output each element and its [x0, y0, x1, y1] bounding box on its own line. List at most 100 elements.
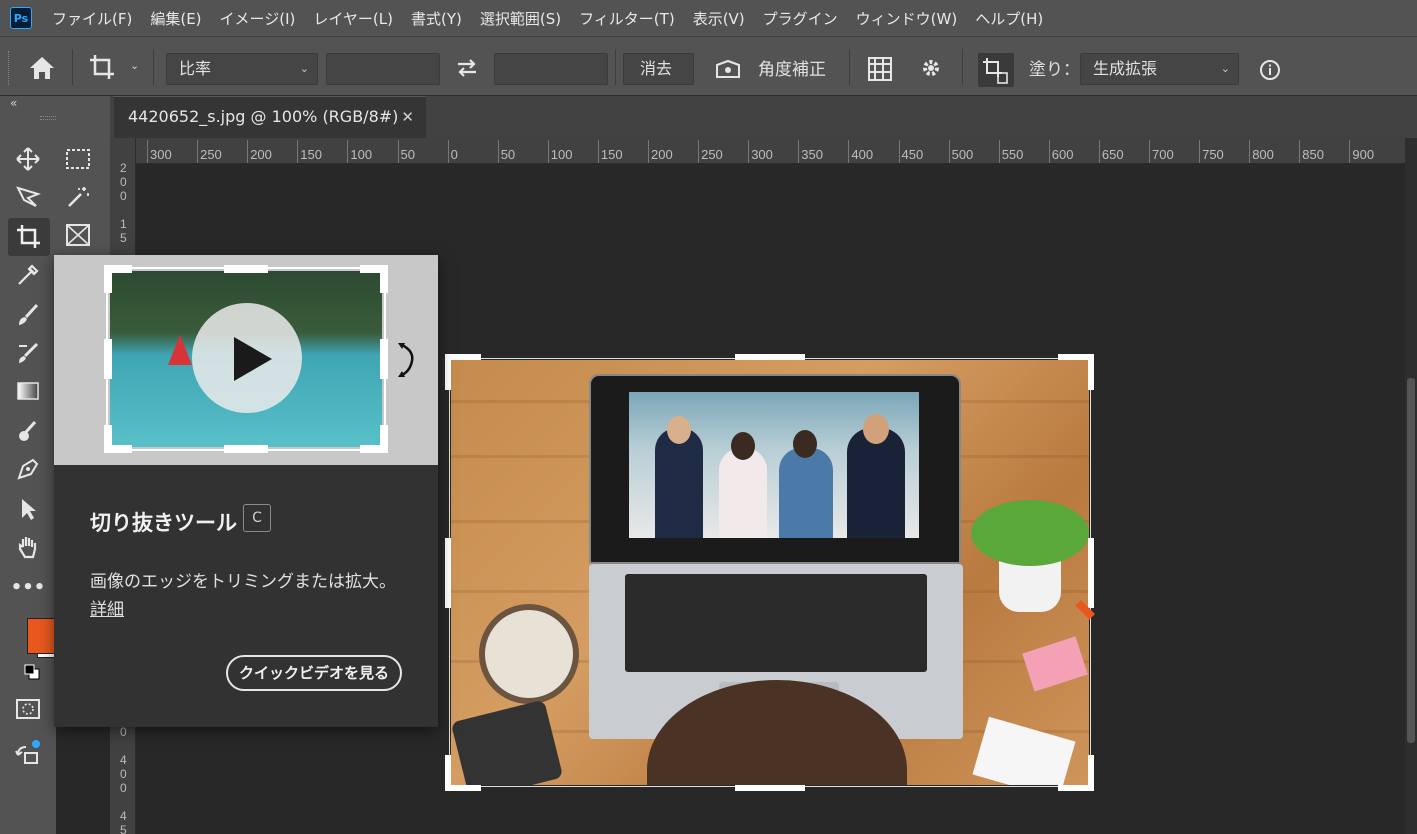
- ruler-label: 2: [120, 161, 127, 175]
- overlay-grid-icon[interactable]: [866, 55, 894, 87]
- document-tab[interactable]: 4420652_s.jpg @ 100% (RGB/8#) ✕: [114, 96, 426, 138]
- menu-file[interactable]: ファイル(F): [52, 8, 132, 29]
- pen-tool-icon[interactable]: [13, 454, 43, 484]
- move-tool-icon[interactable]: [13, 144, 43, 174]
- swap-icon[interactable]: [455, 57, 479, 83]
- ruler-label: 800: [1252, 147, 1274, 162]
- crop-box[interactable]: [449, 358, 1091, 787]
- crop-handle-bottom-right[interactable]: [1088, 755, 1094, 791]
- crop-handle-top-right[interactable]: [1088, 354, 1094, 390]
- quick-mask-icon[interactable]: [13, 694, 43, 724]
- menu-help[interactable]: ヘルプ(H): [975, 8, 1043, 29]
- ruler-label: 5: [120, 823, 127, 834]
- info-icon[interactable]: [1259, 59, 1281, 85]
- collapse-panel-icon[interactable]: «: [10, 96, 17, 110]
- ruler-label: 350: [801, 147, 823, 162]
- fill-select[interactable]: 生成拡張 ⌄: [1080, 53, 1239, 85]
- watch-quick-video-button[interactable]: クイックビデオを見る: [226, 655, 402, 691]
- ruler-label: 250: [200, 147, 222, 162]
- crop-handle-top-left[interactable]: [445, 354, 451, 390]
- straighten-label[interactable]: 角度補正: [758, 55, 826, 80]
- ruler-label: 0: [120, 189, 127, 203]
- ratio-select[interactable]: 比率 ⌄: [166, 53, 318, 85]
- menu-edit[interactable]: 編集(E): [150, 8, 201, 29]
- gradient-tool-icon[interactable]: [13, 376, 43, 406]
- learn-more-link[interactable]: 詳細: [90, 595, 124, 620]
- ruler-tick: [397, 140, 399, 163]
- ruler-label: 150: [600, 147, 623, 162]
- ruler-tick: [247, 140, 249, 163]
- menu-image[interactable]: イメージ(I): [220, 8, 296, 29]
- ruler-tick: [1299, 140, 1301, 163]
- ruler-label: 1: [120, 217, 127, 231]
- options-bar: ⌄ 比率 ⌄ 消去 角度補正 塗り： 生成拡張 ⌄: [0, 36, 1417, 96]
- ruler-tick: [1098, 140, 1100, 163]
- menu-select[interactable]: 選択範囲(S): [480, 8, 561, 29]
- chevron-down-icon[interactable]: ⌄: [130, 59, 139, 72]
- straighten-icon[interactable]: [714, 57, 742, 85]
- clear-button[interactable]: 消去: [623, 53, 694, 85]
- ruler-tick: [547, 140, 549, 163]
- photoshop-logo: Ps: [10, 7, 32, 29]
- menu-type[interactable]: 書式(Y): [411, 8, 462, 29]
- ruler-label: 500: [951, 147, 974, 162]
- ruler-label: 0: [450, 147, 458, 162]
- ruler-label: 400: [851, 147, 874, 162]
- dodge-tool-icon[interactable]: [13, 416, 43, 446]
- play-button[interactable]: [192, 303, 302, 413]
- path-selection-tool-icon[interactable]: [13, 494, 43, 524]
- tooltip-description: 画像のエッジをトリミングまたは拡大。: [90, 572, 396, 592]
- eyedropper-tool-icon[interactable]: [13, 260, 43, 290]
- crop-handle-bottom[interactable]: [735, 785, 805, 791]
- ruler-tick: [1149, 140, 1150, 163]
- menu-bar: Ps ファイル(F) 編集(E) イメージ(I) レイヤー(L) 書式(Y) 選…: [0, 0, 1417, 36]
- menu-window[interactable]: ウィンドウ(W): [856, 8, 958, 29]
- ruler-label: 300: [150, 147, 172, 162]
- tooltip-video-preview[interactable]: [54, 255, 438, 465]
- menu-filter[interactable]: フィルター(T): [579, 8, 675, 29]
- ruler-label: 600: [1051, 147, 1074, 162]
- crop-handle-top[interactable]: [735, 354, 805, 360]
- hand-tool-icon[interactable]: [13, 532, 43, 562]
- ruler-label: 200: [651, 147, 673, 162]
- more-tools-icon[interactable]: •••: [11, 572, 46, 602]
- ruler-label: 5: [120, 231, 127, 245]
- gear-icon[interactable]: [918, 55, 946, 87]
- crop-handle-right[interactable]: [1088, 538, 1094, 608]
- height-input[interactable]: [494, 53, 608, 85]
- menu-plugins[interactable]: プラグイン: [763, 8, 838, 29]
- ruler-tick: [347, 140, 349, 163]
- scrollbar-thumb[interactable]: [1407, 378, 1415, 743]
- ruler-label: 700: [1152, 147, 1174, 162]
- ruler-tick: [798, 140, 800, 163]
- crop-preset-icon[interactable]: [88, 53, 118, 87]
- frame-tool-icon[interactable]: [63, 220, 93, 250]
- toolbar: « •••: [0, 96, 70, 834]
- home-icon[interactable]: [28, 55, 56, 85]
- width-input[interactable]: [326, 53, 440, 85]
- ruler-label: 850: [1302, 147, 1324, 162]
- ruler-label: 0: [120, 175, 127, 189]
- ruler-tick: [497, 140, 499, 163]
- default-colors-icon[interactable]: [24, 664, 40, 684]
- menu-layer[interactable]: レイヤー(L): [313, 8, 393, 29]
- foreground-color-swatch[interactable]: [27, 618, 55, 654]
- horizontal-ruler: 300 250 200 150 100 50 0 50 100 150 200 250 300 350 40…: [136, 138, 1405, 164]
- delete-cropped-pixels-button[interactable]: [978, 53, 1014, 87]
- ruler-tick: [1199, 140, 1201, 163]
- crop-handle-bottom-left[interactable]: [445, 755, 451, 791]
- lasso-tool-icon[interactable]: [13, 182, 43, 212]
- crop-tool-icon[interactable]: [8, 218, 50, 256]
- close-icon[interactable]: ✕: [401, 108, 414, 126]
- ruler-tick: [948, 140, 950, 163]
- ruler-label: 50: [400, 147, 415, 162]
- vertical-scrollbar[interactable]: [1405, 138, 1417, 834]
- fill-label: 塗り：: [1029, 60, 1080, 80]
- history-brush-tool-icon[interactable]: [13, 338, 43, 368]
- marquee-tool-icon[interactable]: [63, 144, 93, 174]
- screen-mode-icon[interactable]: [13, 738, 43, 768]
- menu-view[interactable]: 表示(V): [693, 8, 745, 29]
- brush-tool-icon[interactable]: [13, 300, 43, 330]
- crop-handle-left[interactable]: [445, 538, 451, 608]
- magic-wand-tool-icon[interactable]: [63, 182, 93, 212]
